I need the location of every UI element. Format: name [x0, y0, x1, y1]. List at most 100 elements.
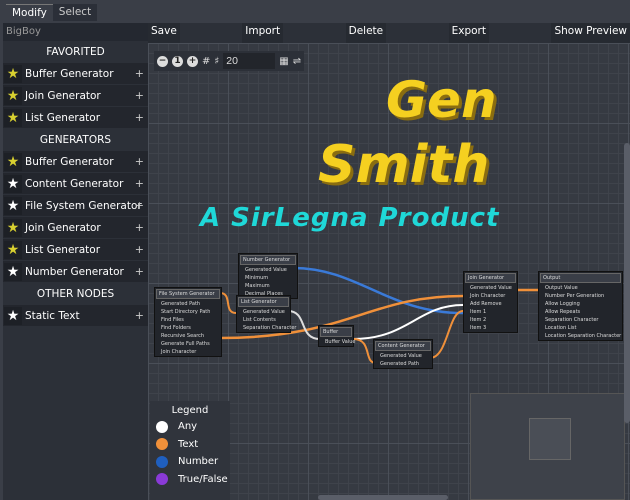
node-join-generator[interactable]: Join Generator Generated Value Join Charac… [463, 271, 518, 333]
import-button[interactable]: Import [242, 23, 284, 43]
node-title: List Generator [238, 297, 289, 307]
node-port[interactable]: Location List [539, 324, 622, 332]
node-port[interactable]: Location Separation Character [539, 332, 622, 340]
node-port[interactable]: Join Character [155, 348, 221, 356]
node-port[interactable]: Item 2 [464, 316, 517, 324]
node-output[interactable]: Output Output Value Number Per Generation A… [538, 271, 623, 341]
node-title: Number Generator [240, 255, 296, 265]
node-content-generator[interactable]: Content Generator Generated Value Generate… [373, 339, 433, 369]
node-port[interactable]: Find Files [155, 316, 221, 324]
favorite-star-icon[interactable]: ★ [4, 86, 22, 105]
add-node-button[interactable]: + [135, 199, 144, 212]
sidebar-node-item[interactable]: ★ List Generator + [3, 107, 148, 129]
node-port[interactable]: Generated Path [374, 360, 432, 368]
legend-item: Any [150, 418, 230, 436]
legend-label: Number [178, 456, 219, 468]
node-port[interactable]: Minimum [239, 274, 297, 282]
favorite-star-icon[interactable]: ★ [4, 262, 22, 281]
favorite-star-icon[interactable]: ★ [4, 174, 22, 193]
add-node-button[interactable]: + [135, 89, 144, 102]
node-item-label: List Generator [25, 111, 101, 124]
minimap[interactable] [470, 393, 625, 500]
sidebar-node-item[interactable]: ★ Buffer Generator + [3, 151, 148, 173]
node-port[interactable]: Generated Value [374, 352, 432, 360]
node-port[interactable]: Number Per Generation [539, 292, 622, 300]
node-port[interactable]: Allow Logging [539, 300, 622, 308]
mode-tabs: Modify Select [6, 4, 98, 21]
node-port[interactable]: Generate Full Paths [155, 340, 221, 348]
add-node-button[interactable]: + [135, 155, 144, 168]
connection-fs-text [219, 292, 237, 314]
node-port[interactable]: Maximum [239, 282, 297, 290]
save-button[interactable]: Save [148, 23, 180, 43]
node-port[interactable]: Generated Path [155, 300, 221, 308]
project-name[interactable]: BigBoy [3, 23, 148, 41]
sidebar-node-item[interactable]: ★ List Generator + [3, 239, 148, 261]
node-port[interactable]: Generated Value [239, 266, 297, 274]
node-port[interactable]: Recursive Search [155, 332, 221, 340]
favorite-star-icon[interactable]: ★ [4, 108, 22, 127]
favorite-star-icon[interactable]: ★ [4, 196, 22, 215]
sidebar-node-item[interactable]: ★ File System Generator + [3, 195, 148, 217]
favorite-star-icon[interactable]: ★ [4, 306, 22, 325]
node-title: Buffer [320, 327, 352, 337]
node-graph[interactable]: − 1 + # ♯ ▦ ⇌ Gen Smith A SirLegna Produ… [148, 43, 630, 500]
node-port[interactable]: Separation Character [539, 316, 622, 324]
node-port[interactable]: Generated Value [464, 284, 517, 292]
export-button[interactable]: Export [448, 23, 489, 43]
legend-color-dot-icon [156, 473, 168, 486]
node-list-generator[interactable]: List Generator Generated Value List Conten… [236, 295, 296, 333]
legend: Legend Any Text Number True/False [150, 401, 230, 500]
add-node-button[interactable]: + [135, 177, 144, 190]
node-port[interactable]: Output Value [539, 284, 622, 292]
legend-color-dot-icon [156, 420, 168, 433]
node-buffer[interactable]: Buffer Buffer Value [318, 325, 356, 347]
node-port[interactable]: Item 3 [464, 324, 517, 332]
sidebar-node-item[interactable]: ★ Number Generator + [3, 261, 148, 283]
add-node-button[interactable]: + [135, 243, 144, 256]
sidebar-node-item[interactable]: ★ Static Text + [3, 305, 148, 327]
node-port[interactable]: Item 1 [464, 308, 517, 316]
node-port[interactable]: Buffer Value [319, 338, 356, 346]
favorite-star-icon[interactable]: ★ [4, 152, 22, 171]
add-node-button[interactable]: + [135, 221, 144, 234]
node-port[interactable]: Find Folders [155, 324, 221, 332]
node-port[interactable]: Allow Repeats [539, 308, 622, 316]
favorite-star-icon[interactable]: ★ [4, 240, 22, 259]
section-header: OTHER NODES [36, 288, 115, 300]
node-file-system-generator[interactable]: File System Generator Generated Path Start… [154, 287, 222, 357]
legend-color-dot-icon [156, 438, 168, 451]
sidebar-node-item[interactable]: ★ Content Generator + [3, 173, 148, 195]
legend-color-dot-icon [156, 455, 168, 468]
add-node-button[interactable]: + [135, 111, 144, 124]
horizontal-scrollbar[interactable] [318, 495, 448, 500]
add-node-button[interactable]: + [135, 67, 144, 80]
delete-button[interactable]: Delete [345, 23, 387, 43]
node-item-label: Buffer Generator [25, 155, 114, 168]
legend-label: True/False [178, 473, 228, 485]
favorite-star-icon[interactable]: ★ [4, 64, 22, 83]
show-preview-button[interactable]: Show Preview [551, 23, 630, 43]
legend-label: Any [178, 421, 198, 433]
sidebar-node-item[interactable]: ★ Buffer Generator + [3, 63, 148, 85]
node-port[interactable]: Separation Character [237, 324, 296, 332]
add-node-button[interactable]: + [135, 309, 144, 322]
toolbar: Save Import Delete Export Show Preview [148, 23, 630, 43]
sidebar-node-item[interactable]: ★ Join Generator + [3, 85, 148, 107]
sidebar-node-item[interactable]: ★ Join Generator + [3, 217, 148, 239]
vertical-scrollbar[interactable] [624, 143, 630, 423]
tab-select[interactable]: Select [52, 4, 98, 21]
node-number-generator[interactable]: Number Generator Generated Value Minimum Ma… [238, 253, 298, 299]
node-port[interactable]: List Contents [237, 316, 290, 324]
node-port[interactable]: Generated Value [237, 308, 290, 316]
tab-modify[interactable]: Modify [6, 4, 53, 21]
favorite-star-icon[interactable]: ★ [4, 218, 22, 237]
node-port[interactable]: Add Remove [464, 300, 517, 308]
node-port[interactable]: Join Character [464, 292, 517, 300]
node-port[interactable]: Start Directory Path [155, 308, 221, 316]
connection-content-join [429, 310, 464, 359]
minimap-viewport[interactable] [529, 418, 571, 460]
add-node-button[interactable]: + [135, 265, 144, 278]
legend-item: True/False [150, 471, 230, 489]
node-item-label: Content Generator [25, 177, 124, 190]
